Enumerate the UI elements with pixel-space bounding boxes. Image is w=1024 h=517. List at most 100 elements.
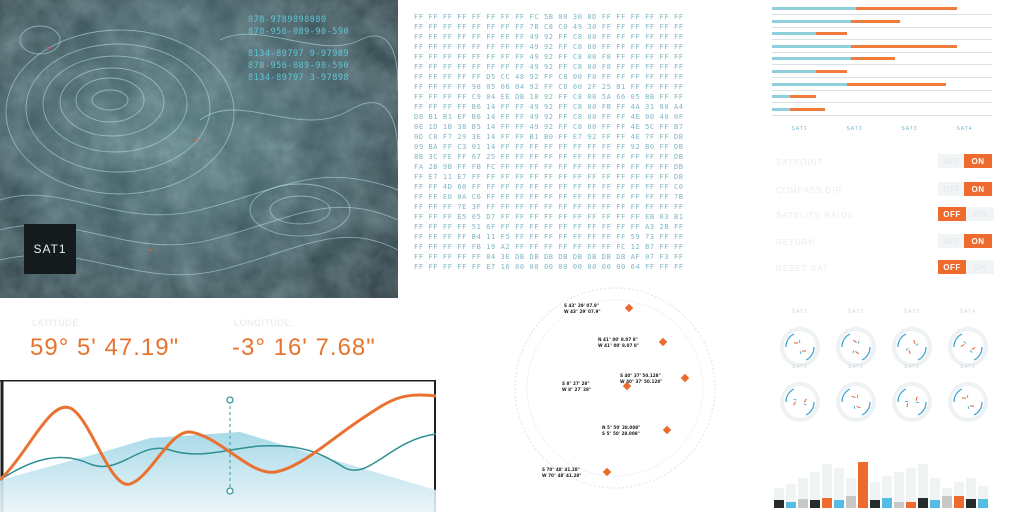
target-label: S 43° 29' 07.9" W 43° 29' 07.9"	[564, 303, 601, 315]
mini-bar	[894, 502, 904, 508]
bar-row	[772, 90, 992, 104]
satellite-bar-panel: SAT1 SAT3 SAT3 SAT4	[772, 2, 994, 138]
hex-row: FA 2B 9B FF FB FC FF FF FF FF FF FF FF F…	[414, 163, 684, 171]
hex-row: FF FF FF FF 98 05 06 04 92 FF C8 00 2F 2…	[414, 83, 684, 91]
bar-blue-segment	[772, 95, 790, 99]
target-label: N 41° 00' 8.07 8" W 41° 00' 8.07 8"	[598, 337, 639, 349]
toggle-off-button[interactable]: OFF	[938, 182, 966, 196]
toggle-off-button[interactable]: OFF	[938, 234, 966, 248]
coord-line: 878-956-089-90-590	[248, 61, 350, 71]
mini-bar	[966, 499, 976, 508]
bar-axis-label: SAT1	[791, 126, 808, 132]
hex-row: FF FF FF E5 05 D7 FF FF FF FF FF FF FF F…	[414, 213, 684, 221]
bar-orange-segment	[846, 82, 946, 86]
toggle-on-button[interactable]: ON	[966, 207, 994, 221]
hex-row: FF FF FF 7E 3F FF FF FF FF FF FF FF FF F…	[414, 203, 684, 211]
hex-row: 0D C8 F7 29 3E 14 FF FF B1 B0 FF E7 92 F…	[414, 133, 684, 141]
hex-row: FF FF FF FF B6 14 FF FF 49 92 FF C8 00 F…	[414, 103, 684, 111]
satellite-label[interactable]: SAT1	[24, 224, 76, 274]
toggle-row: RESET SAT OFF ON	[772, 260, 994, 278]
coord-line: 8134-89797 9-97989	[248, 49, 350, 59]
hex-row: FF FF FF FF FF E7 16 00 00 00 00 00 00 0…	[414, 263, 684, 271]
hex-row: FF FF 4D 60 FF FF FF FF FF FF FF FF FF F…	[414, 183, 684, 191]
hex-row: 0E 1D 1B 38 B5 14 FF FF 49 92 FF C8 00 F…	[414, 123, 684, 131]
bar-blue-segment	[772, 57, 852, 61]
hex-row: FF FF FF FF FF FF FF FF FC 5B 00 30 8D F…	[414, 13, 684, 21]
bar-axis: SAT1 SAT3 SAT3 SAT4	[772, 126, 992, 132]
satellite-map-panel[interactable]: 878-9789898080 878-956-089-90-590 8134-8…	[0, 0, 398, 298]
chart-cursor-bottom-handle	[226, 487, 234, 495]
target-label-line: W 43° 29' 07.9"	[564, 309, 601, 314]
coord-line: 878-956-089-90-590	[248, 27, 350, 37]
bar-orange-segment	[851, 44, 957, 48]
bar-blue-segment	[772, 19, 852, 23]
target-label: S 70° 48' 41.28" W 70° 48' 41.28"	[542, 467, 581, 479]
toggle-on-button[interactable]: ON	[964, 234, 992, 248]
bar-row	[772, 52, 992, 66]
latitude-label: LATITUDE:	[32, 318, 82, 328]
bar-axis-label: SAT3	[846, 126, 863, 132]
gauge-dial	[780, 382, 820, 422]
toggle-on-button[interactable]: ON	[966, 260, 994, 274]
hex-row: FF FF FF FF 51 6F FF FF FF FF FF FF FF F…	[414, 223, 684, 231]
mini-bar	[774, 500, 784, 508]
gauge-label: SAT6	[847, 364, 865, 370]
gauge-label: SAT1	[791, 309, 809, 315]
coord-line: 878-9789898080	[248, 15, 327, 25]
bar-blue-segment	[772, 107, 790, 111]
line-chart	[0, 379, 437, 512]
bar-blue-segment	[772, 70, 816, 73]
toggle-off-button[interactable]: OFF	[938, 154, 966, 168]
bar-row	[772, 40, 992, 53]
bar-row	[772, 65, 992, 78]
gauge-label: SAT4	[959, 309, 977, 315]
hex-row: FF FF E0 0A C6 FF FF FF FF FF FF FF FF F…	[414, 193, 684, 201]
hex-row: D8 B1 B1 EF B6 14 FF FF 49 92 FF C8 00 F…	[414, 113, 684, 121]
radar-inner-ring	[526, 299, 704, 477]
mini-bar	[786, 502, 796, 508]
mini-bar	[822, 498, 832, 508]
mini-bar	[882, 498, 892, 508]
hex-row: 8B 3C FE FF 67 25 FF FF FF FF FF FF FF F…	[414, 153, 684, 161]
gauge-dial	[836, 382, 876, 422]
bar-row	[772, 78, 992, 91]
gauge-dial	[892, 327, 932, 367]
gauge-label: SAT6	[903, 364, 921, 370]
bar-blue-segment	[772, 32, 816, 36]
bar-row	[772, 2, 992, 15]
bar-orange-segment	[855, 7, 957, 10]
gauge-dial	[836, 327, 876, 367]
hex-row: FF FF FF FF FF 84 3E DB DB DB DB DB DB D…	[414, 253, 684, 261]
radar-outer-ring	[514, 287, 716, 489]
mini-bar	[954, 496, 964, 508]
mini-bar	[798, 499, 808, 508]
mini-bar	[870, 500, 880, 508]
toggle-row: RETURN OFF ON	[772, 234, 994, 252]
bar-blue-segment	[772, 82, 847, 86]
gauge-label: SAT3	[903, 309, 921, 315]
hex-row: FF FF FF FF FF FF FF FF 49 92 FF C8 00 F…	[414, 63, 684, 71]
gauge-dial	[892, 382, 932, 422]
gauge-dial	[948, 327, 988, 367]
mini-bar	[918, 498, 928, 508]
toggle-off-button[interactable]: OFF	[938, 260, 966, 274]
toggle-label: SATELITE RAIDS	[776, 211, 854, 220]
toggle-label: SATPOINT	[776, 158, 824, 167]
toggle-on-button[interactable]: ON	[964, 182, 992, 196]
bar-blue-segment	[772, 44, 852, 48]
bar-row	[772, 27, 992, 41]
mini-bar-chart	[774, 460, 990, 508]
bar-orange-segment	[789, 95, 816, 99]
bar-orange-segment	[851, 19, 900, 23]
hex-row: FF FF FF FF C9 04 EE DB 18 92 FF C8 00 5…	[414, 93, 684, 101]
bar-blue-segment	[772, 7, 856, 10]
toggle-label: COMPASS DIR	[776, 186, 843, 195]
hex-row: FF E7 11 E7 FF FF FF FF FF FF FF FF FF F…	[414, 173, 684, 181]
hex-row: FF FF FF FF FB 19 A2 FF FF FF FF FF FF F…	[414, 243, 684, 251]
gauge-grid: SAT1 SAT2 SAT3 SAT4 SAT5 SAT6 SAT6 SAT6	[772, 305, 994, 425]
hex-row: FF FF FF FF B4 11 F5 FF FF FF FF FF FF F…	[414, 233, 684, 241]
toggle-on-button[interactable]: ON	[964, 154, 992, 168]
toggle-off-button[interactable]: OFF	[938, 207, 966, 221]
target-label: N 5° 50' 28.008" S 5° 50' 28.008"	[602, 425, 640, 437]
bar-orange-segment	[816, 70, 847, 73]
